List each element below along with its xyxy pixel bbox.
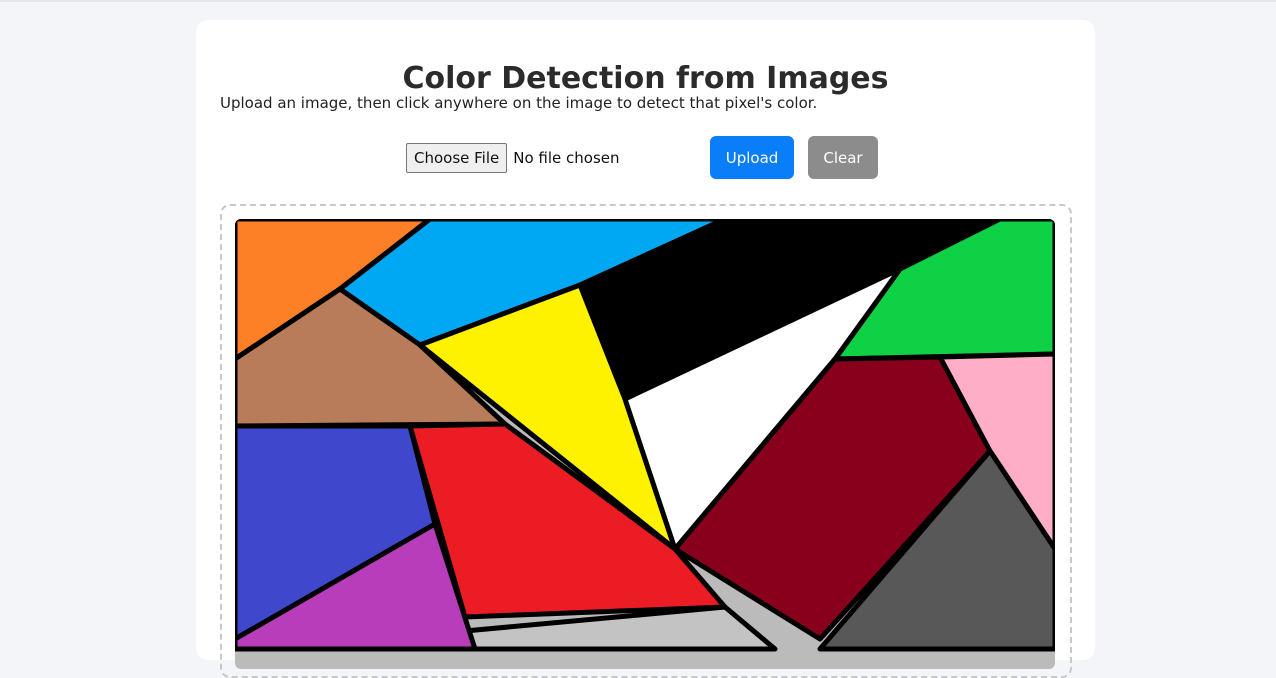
clear-button[interactable]: Clear (808, 136, 878, 179)
uploaded-image[interactable] (235, 219, 1055, 669)
image-dropzone (220, 204, 1072, 678)
choose-file-button[interactable]: Choose File (406, 143, 508, 173)
image-canvas[interactable] (235, 219, 1055, 669)
upload-button[interactable]: Upload (710, 136, 794, 179)
main-card: Color Detection from Images Upload an im… (196, 20, 1095, 678)
file-status-text: No file chosen (513, 149, 620, 167)
instructions-text: Upload an image, then click anywhere on … (220, 94, 818, 112)
top-border (0, 0, 1276, 2)
file-input[interactable]: Choose File No file chosen (406, 143, 620, 173)
page-title: Color Detection from Images (402, 61, 889, 96)
